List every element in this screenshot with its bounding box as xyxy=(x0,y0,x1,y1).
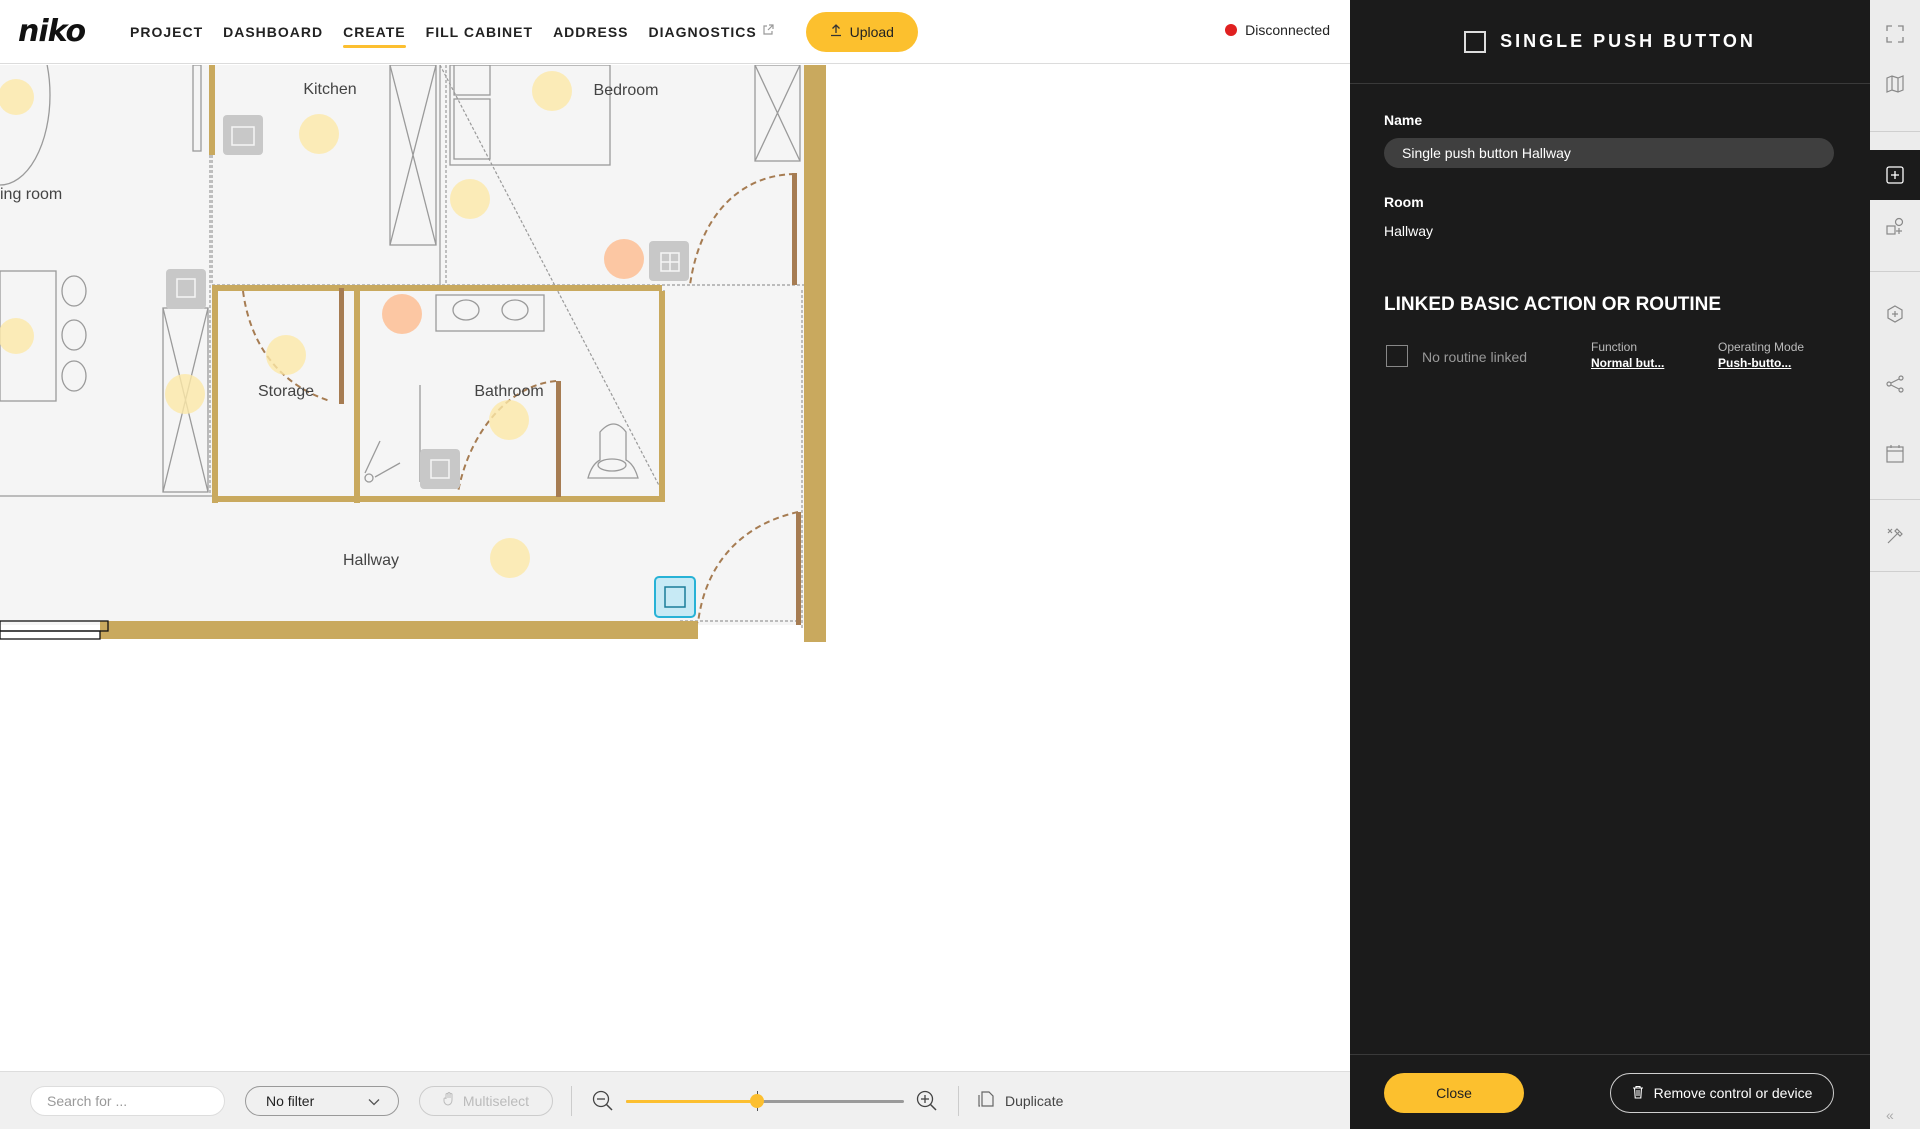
nav-address-label: ADDRESS xyxy=(553,23,629,40)
duplicate-icon xyxy=(977,1090,995,1111)
search-input[interactable] xyxy=(30,1085,225,1116)
orange-device xyxy=(382,294,422,334)
bulb-icon xyxy=(165,374,205,414)
main-nav: PROJECT DASHBOARD CREATE FILL CABINET AD… xyxy=(120,0,784,64)
room-label-bathroom: Bathroom xyxy=(474,383,543,400)
connection-status: Disconnected xyxy=(1225,22,1330,38)
multiselect-button[interactable]: Multiselect xyxy=(419,1085,553,1116)
routine-text: No routine linked xyxy=(1422,349,1528,365)
multiselect-label: Multiselect xyxy=(462,1092,530,1109)
operating-mode-link[interactable]: Push-butto... xyxy=(1718,356,1804,370)
toolbar-divider xyxy=(958,1085,959,1116)
nav-diagnostics[interactable]: DIAGNOSTICS xyxy=(639,0,784,64)
nav-fill-cabinet-label: FILL CABINET xyxy=(425,23,534,40)
nav-project[interactable]: PROJECT xyxy=(120,0,213,64)
right-tool-rail: « xyxy=(1870,0,1920,1129)
function-link[interactable]: Normal but... xyxy=(1591,356,1664,370)
nav-address[interactable]: ADDRESS xyxy=(543,0,638,64)
room-value: Hallway xyxy=(1384,223,1434,239)
operating-mode-label: Operating Mode xyxy=(1718,340,1805,354)
room-label: Room xyxy=(1384,194,1424,210)
bulb-icon xyxy=(490,538,530,578)
zoom-slider[interactable] xyxy=(626,1090,904,1111)
add-shapes-icon[interactable] xyxy=(1883,214,1907,238)
zoom-out-icon[interactable] xyxy=(590,1088,616,1114)
room-label-hallway: Hallway xyxy=(343,552,399,569)
status-text: Disconnected xyxy=(1245,22,1330,38)
panel-header: SINGLE PUSH BUTTON xyxy=(1350,0,1870,84)
calendar-icon[interactable] xyxy=(1883,442,1907,466)
upload-icon xyxy=(830,23,842,40)
nav-create-label: CREATE xyxy=(343,23,406,40)
nav-dashboard[interactable]: DASHBOARD xyxy=(213,0,333,64)
name-label: Name xyxy=(1384,112,1423,128)
rail-group-add xyxy=(1870,200,1920,272)
selected-push-button[interactable] xyxy=(654,576,696,618)
upload-button[interactable]: Upload xyxy=(805,11,918,52)
duplicate-button[interactable]: Duplicate xyxy=(977,1090,1063,1111)
nav-project-label: PROJECT xyxy=(130,23,204,40)
tools-icon[interactable] xyxy=(1883,524,1907,548)
niko-logo: niko xyxy=(18,14,86,49)
rail-group-logic xyxy=(1870,272,1920,500)
external-link-icon xyxy=(762,24,774,39)
floorplan-canvas[interactable]: Kitchen Bedroom ing room Storage Bathroo… xyxy=(0,65,1350,1070)
app-root: niko PROJECT DASHBOARD CREATE FILL CABIN… xyxy=(0,0,1920,1129)
trash-icon xyxy=(1632,1085,1644,1102)
duplicate-label: Duplicate xyxy=(1005,1092,1064,1109)
bulb-icon xyxy=(489,400,529,440)
chevron-down-icon xyxy=(368,1093,380,1109)
device-properties-panel: SINGLE PUSH BUTTON Name Room Hallway LIN… xyxy=(1350,0,1870,1129)
panel-title: SINGLE PUSH BUTTON xyxy=(1500,31,1756,51)
nav-create[interactable]: CREATE xyxy=(333,0,416,64)
zoom-slider-fill xyxy=(626,1099,757,1103)
room-label-bedroom: Bedroom xyxy=(594,82,659,99)
remove-device-label: Remove control or device xyxy=(1653,1085,1813,1101)
bulb-icon xyxy=(532,71,572,111)
panel-footer: Close Remove control or device xyxy=(1350,1054,1870,1129)
floorplan: Kitchen Bedroom ing room Storage Bathroo… xyxy=(0,65,826,642)
routine-network-icon[interactable] xyxy=(1883,372,1907,396)
routine-row: No routine linked Function Normal but...… xyxy=(1384,340,1834,384)
function-column: Function Normal but... xyxy=(1591,340,1664,370)
operating-mode-column: Operating Mode Push-butto... xyxy=(1718,340,1804,370)
upload-label: Upload xyxy=(849,23,894,40)
filter-select[interactable]: No filter xyxy=(245,1085,399,1116)
map-icon[interactable] xyxy=(1883,72,1907,96)
function-label: Function xyxy=(1591,340,1638,354)
close-button[interactable]: Close xyxy=(1384,1073,1524,1113)
filter-value: No filter xyxy=(266,1092,315,1109)
bottom-toolbar: No filter Multiselect xyxy=(0,1071,1350,1129)
hexagon-add-icon[interactable] xyxy=(1883,302,1907,326)
routine-checkbox[interactable] xyxy=(1386,345,1408,367)
nav-fill-cabinet[interactable]: FILL CABINET xyxy=(416,0,543,64)
rail-group-view xyxy=(1870,0,1920,132)
push-button-icon xyxy=(1464,30,1487,53)
top-bar: niko PROJECT DASHBOARD CREATE FILL CABIN… xyxy=(0,0,1350,64)
zoom-in-icon[interactable] xyxy=(914,1088,940,1114)
floor-area xyxy=(0,65,808,625)
rail-group-tools xyxy=(1870,500,1920,572)
add-device-icon[interactable] xyxy=(1870,150,1920,200)
nav-diagnostics-label: DIAGNOSTICS xyxy=(648,23,757,40)
room-label-living-room: ing room xyxy=(0,186,62,203)
fullscreen-icon[interactable] xyxy=(1883,22,1907,46)
hand-icon xyxy=(443,1092,455,1109)
room-label-storage: Storage xyxy=(258,383,314,400)
room-label-kitchen: Kitchen xyxy=(303,81,356,98)
bulb-icon xyxy=(450,179,490,219)
bulb-icon xyxy=(266,335,306,375)
status-dot-icon xyxy=(1225,24,1238,36)
name-field[interactable] xyxy=(1384,138,1834,168)
toolbar-divider xyxy=(571,1085,572,1116)
linked-routine-title: LINKED BASIC ACTION OR ROUTINE xyxy=(1384,294,1722,315)
remove-device-button[interactable]: Remove control or device xyxy=(1610,1073,1834,1113)
bulb-icon xyxy=(299,114,339,154)
zoom-slider-thumb[interactable] xyxy=(749,1093,764,1108)
orange-device xyxy=(604,239,644,279)
collapse-panel-icon[interactable]: « xyxy=(1886,1107,1894,1123)
nav-dashboard-label: DASHBOARD xyxy=(223,23,324,40)
